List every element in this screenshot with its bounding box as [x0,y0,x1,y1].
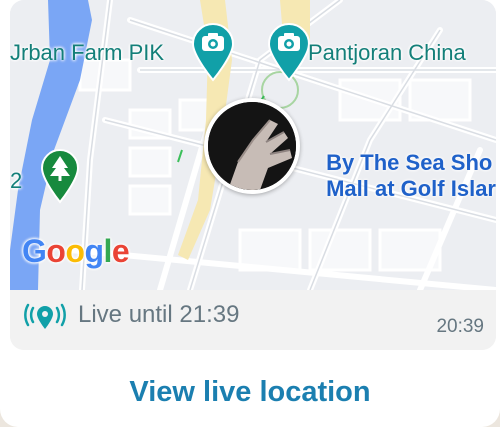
camera-pin-icon[interactable] [266,22,312,82]
message-bubble: Jrban Farm PIK Pantjoran China 2 By The … [0,0,500,427]
live-location-card[interactable]: Jrban Farm PIK Pantjoran China 2 By The … [10,0,496,350]
place-label-mall: By The Sea Sho Mall at Golf Islar [326,150,496,202]
location-status-bar: Live until 21:39 20:39 [10,290,496,350]
avatar-photo [208,102,296,190]
map-preview[interactable]: Jrban Farm PIK Pantjoran China 2 By The … [10,0,496,290]
live-location-icon [24,303,66,329]
camera-pin-icon[interactable] [190,22,236,82]
user-avatar[interactable] [204,98,300,194]
view-live-location-button[interactable]: View live location [0,370,500,414]
place-label-mall-line1: By The Sea Sho [326,150,493,175]
google-logo: Google [22,233,130,269]
place-label-park: 2 [10,168,23,193]
place-label-mall-line2: Mall at Golf Islar [326,176,496,201]
place-label-urban-farm: Jrban Farm PIK [10,40,165,65]
message-timestamp: 20:39 [436,316,484,337]
place-label-pantjoran: Pantjoran China [308,40,466,65]
tree-pin-icon[interactable] [40,148,80,204]
live-until-label: Live until 21:39 [78,301,240,328]
